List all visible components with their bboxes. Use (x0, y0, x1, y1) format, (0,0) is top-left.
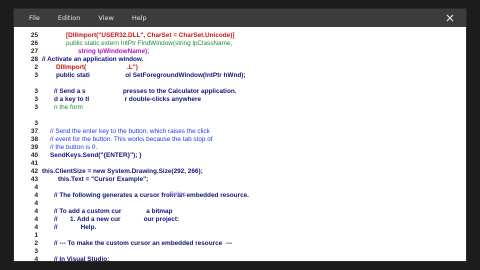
app-window: File Edition View Help 25 [DllImport("USE… (14, 9, 466, 261)
menu-view[interactable]: View (89, 9, 122, 27)
close-button[interactable] (444, 9, 456, 27)
code-line: 4 // In Visual Studio: (14, 255, 466, 261)
code-editor[interactable]: 25 [DllImport("USER32.DLL", CharSet = Cha… (14, 27, 466, 261)
menu-help[interactable]: Help (123, 9, 156, 27)
line-number: 4 (34, 256, 38, 261)
code-text: // In Visual Studio: (54, 256, 110, 261)
menu-file[interactable]: File (14, 9, 49, 27)
floating-text: ...Selec (164, 191, 187, 198)
menu-edition[interactable]: Edition (49, 9, 90, 27)
close-icon (446, 14, 454, 22)
menu-bar: File Edition View Help (14, 9, 466, 27)
